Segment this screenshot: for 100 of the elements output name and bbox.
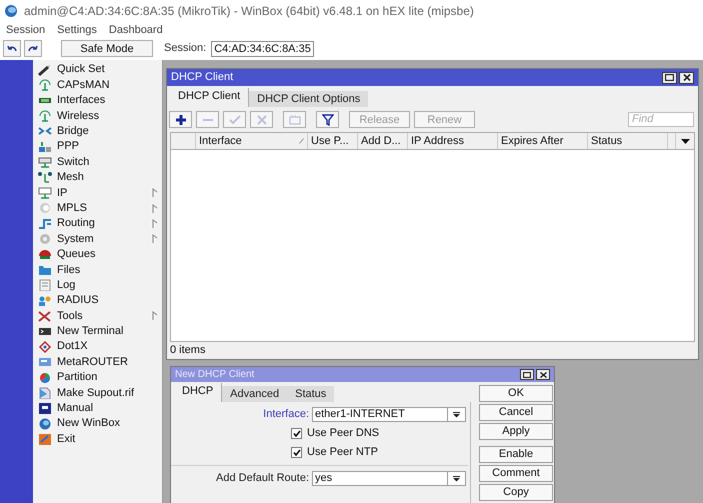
pie-icon [38, 372, 52, 384]
sidebar-item[interactable]: PPP [33, 138, 162, 154]
sidebar-item[interactable]: MPLS [33, 200, 162, 216]
column-header[interactable]: Expires After [498, 133, 588, 149]
maximize-button[interactable] [662, 72, 677, 84]
check-icon [292, 449, 300, 456]
redo-button[interactable] [24, 40, 42, 57]
globe-icon [38, 418, 52, 430]
check-icon [228, 114, 240, 126]
sidebar-item[interactable]: Tools [33, 308, 162, 324]
tools-icon [38, 310, 52, 322]
dialog-button[interactable]: Cancel [479, 404, 553, 421]
filter-icon [322, 114, 334, 126]
dropdown-field[interactable]: ether1-INTERNET [312, 407, 466, 422]
sidebar-item[interactable]: Bridge [33, 124, 162, 139]
terminal-icon [38, 325, 52, 338]
session-label: Session: [164, 41, 206, 56]
users-icon [38, 294, 52, 307]
sidebar-item[interactable]: Exit [33, 431, 162, 447]
undo-icon [7, 44, 17, 52]
sidebar-item[interactable]: RADIUS [33, 292, 162, 308]
routing-icon [38, 218, 52, 230]
undo-button[interactable] [3, 40, 21, 57]
safe-mode-button[interactable]: Safe Mode [61, 40, 153, 57]
queue-icon [38, 248, 52, 260]
status-text: 0 items [170, 344, 206, 356]
sidebar-item[interactable]: Partition [33, 370, 162, 386]
sidebar-item[interactable]: Files [33, 262, 162, 278]
checkbox-label: Use Peer NTP [307, 445, 378, 460]
close-button[interactable] [536, 369, 550, 380]
sidebar-item[interactable]: Wireless [33, 108, 162, 124]
checkbox[interactable] [291, 447, 302, 458]
tab[interactable]: Status [287, 386, 334, 402]
dialog-button[interactable]: Copy [479, 484, 553, 501]
dialog-button[interactable]: Enable [479, 446, 553, 463]
column-header[interactable]: Use P... [308, 133, 358, 149]
ip-icon [38, 186, 52, 199]
dropdown-field[interactable]: yes [312, 471, 466, 486]
mesh-icon [38, 171, 52, 184]
sidebar-item[interactable]: Mesh [33, 170, 162, 186]
column-header[interactable]: Add D... [358, 133, 408, 149]
document-icon [38, 279, 52, 292]
window-title: New DHCP Client [175, 368, 254, 382]
sidebar-item[interactable]: Quick Set [33, 62, 162, 78]
sidebar-item[interactable]: Log [33, 277, 162, 293]
diamond-icon [38, 340, 52, 353]
antenna-icon [38, 110, 52, 122]
sort-icon [299, 138, 304, 144]
close-icon [540, 372, 546, 378]
antenna-icon [38, 79, 52, 92]
sidebar-item[interactable]: New Terminal [33, 324, 162, 340]
field-label: Interface: [262, 407, 309, 422]
tab[interactable]: Advanced [222, 386, 288, 402]
cross-icon [256, 114, 268, 126]
sidebar-item[interactable]: IP [33, 185, 162, 201]
column-header[interactable]: Interface [196, 133, 308, 149]
dialog-button[interactable]: Apply [479, 423, 553, 440]
sidebar-item[interactable]: CAPsMAN [33, 77, 162, 93]
sidebar-item[interactable]: Queues [33, 246, 162, 262]
dropdown-arrow-icon [453, 476, 460, 482]
plus-icon [174, 114, 186, 126]
field-value: yes [314, 471, 334, 486]
filter-button[interactable] [316, 111, 339, 128]
menu-item[interactable]: Dashboard [108, 22, 164, 39]
field-value: ether1-INTERNET [314, 407, 406, 422]
find-field[interactable]: Find [628, 112, 694, 127]
checkbox[interactable] [291, 428, 302, 439]
folder-icon [38, 264, 52, 276]
sidebar-item[interactable]: System [33, 231, 162, 247]
wand-icon [38, 64, 52, 76]
checkbox-label: Use Peer DNS [307, 426, 380, 442]
ppp-icon [38, 140, 52, 153]
dropdown-arrow-icon [453, 412, 460, 418]
sidebar-item[interactable]: Dot1X [33, 339, 162, 354]
sidebar-item[interactable]: MetaROUTER [33, 354, 162, 370]
sidebar-item[interactable]: Manual [33, 400, 162, 416]
close-button[interactable] [679, 72, 694, 84]
ring-icon [38, 202, 52, 214]
globe-icon [4, 4, 18, 18]
tab[interactable]: DHCP Client Options [249, 91, 368, 107]
sidebar-item[interactable]: Routing [33, 216, 162, 232]
column-header[interactable]: IP Address [408, 133, 498, 149]
dialog-button[interactable]: Comment [479, 465, 553, 482]
session-field[interactable]: C4:AD:34:6C:8A:35 [211, 40, 314, 56]
add-button[interactable] [169, 111, 192, 128]
sidebar-item[interactable]: Make Supout.rif [33, 385, 162, 401]
menu-item[interactable]: Settings [56, 22, 98, 39]
check-icon [292, 430, 300, 437]
column-header[interactable]: Status [588, 133, 668, 149]
dialog-button[interactable]: OK [479, 385, 553, 402]
redo-icon [28, 44, 38, 52]
sidebar-item[interactable]: Switch [33, 154, 162, 170]
document-icon [38, 386, 52, 399]
maximize-button[interactable] [520, 369, 534, 380]
field-label: Add Default Route: [215, 471, 309, 486]
sidebar-item[interactable]: Interfaces [33, 92, 162, 108]
sidebar-item[interactable]: New WinBox [33, 416, 162, 432]
caret-icon [680, 138, 690, 144]
note-icon [288, 114, 300, 126]
menu-item[interactable]: Session [5, 22, 46, 39]
